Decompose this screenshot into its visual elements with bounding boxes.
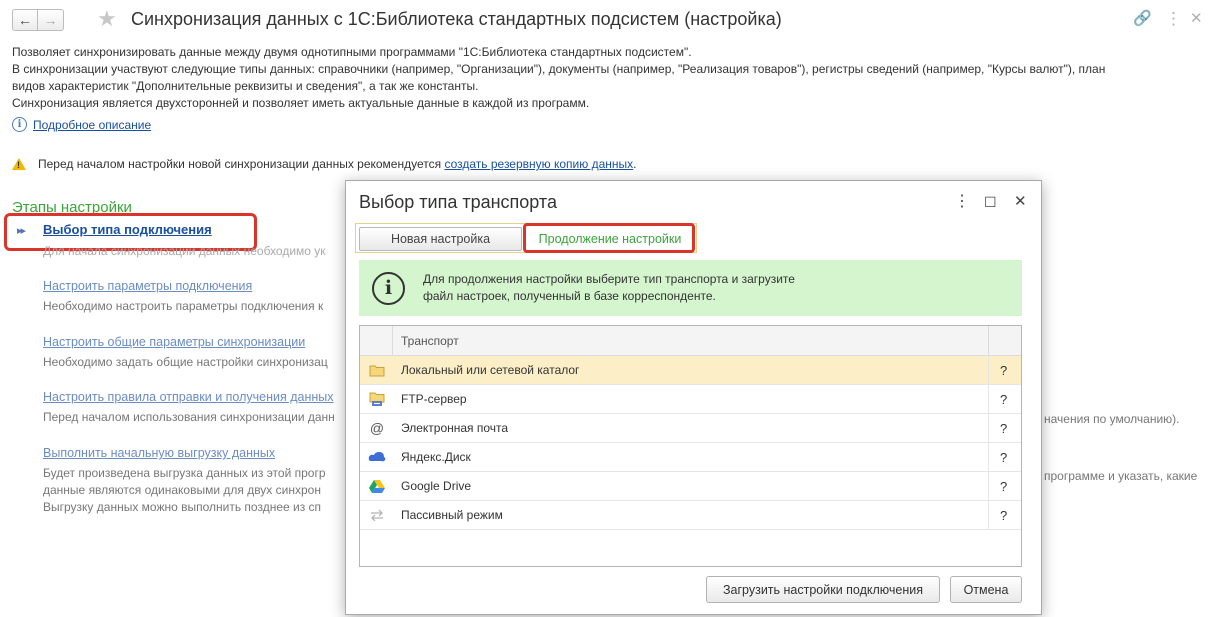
favorite-star-icon[interactable]: ★ bbox=[97, 8, 117, 30]
step-connection-params: Настроить параметры подключения Необходи… bbox=[43, 279, 323, 315]
transport-name: Яндекс.Диск bbox=[401, 450, 471, 464]
info-icon: i bbox=[12, 117, 27, 132]
folder-icon bbox=[368, 362, 386, 378]
help-icon[interactable]: ? bbox=[1000, 363, 1007, 378]
page-title: Синхронизация данных с 1С:Библиотека ста… bbox=[131, 9, 782, 29]
transport-name: Электронная почта bbox=[401, 421, 509, 435]
transport-name: Пассивный режим bbox=[401, 508, 503, 522]
current-step-arrow-icon: ▸▸ bbox=[17, 225, 26, 237]
backup-warning: ! Перед началом настройки новой синхрони… bbox=[12, 157, 637, 171]
step-note-tail: программе и указать, какие bbox=[1044, 469, 1198, 483]
table-row[interactable]: @ Электронная почта ? bbox=[360, 414, 1021, 443]
step-note: Будет произведена выгрузка данных из это… bbox=[43, 466, 326, 480]
transport-type-dialog: Выбор типа транспорта ⋮ ☐ ✕ Новая настро… bbox=[345, 180, 1042, 615]
more-menu-icon[interactable]: ⋮ bbox=[1165, 10, 1182, 28]
info-banner: i Для продолжения настройки выберите тип… bbox=[359, 260, 1022, 316]
help-icon[interactable]: ? bbox=[1000, 479, 1007, 494]
info-icon: i bbox=[372, 271, 405, 305]
column-header-transport[interactable]: Транспорт bbox=[401, 334, 459, 348]
warning-tail: . bbox=[633, 157, 637, 171]
step-initial-upload: Выполнить начальную выгрузку данных Буде… bbox=[43, 446, 326, 516]
help-icon[interactable]: ? bbox=[1000, 450, 1007, 465]
tab-highlight-frame bbox=[523, 223, 695, 253]
table-row[interactable]: Яндекс.Диск ? bbox=[360, 443, 1021, 472]
more-menu-icon[interactable]: ⋮ bbox=[954, 193, 970, 211]
step-general-params: Настроить общие параметры синхронизации … bbox=[43, 335, 328, 371]
description-line: Синхронизация является двухсторонней и п… bbox=[12, 96, 590, 110]
title-bar: ← → ★ Синхронизация данных с 1С:Библиоте… bbox=[0, 0, 1215, 40]
arrow-left-icon: ← bbox=[18, 12, 32, 28]
passive-mode-icon bbox=[368, 507, 386, 523]
back-button[interactable]: ← bbox=[12, 9, 38, 31]
yandex-disk-icon bbox=[368, 449, 386, 465]
help-icon[interactable]: ? bbox=[1000, 392, 1007, 407]
table-row[interactable]: Google Drive ? bbox=[360, 472, 1021, 501]
details-link[interactable]: Подробное описание bbox=[33, 118, 151, 132]
step-link[interactable]: Настроить параметры подключения bbox=[43, 279, 323, 293]
step-choose-connection-type[interactable]: Выбор типа подключения bbox=[43, 222, 212, 237]
transport-table: Транспорт Локальный или сетевой каталог … bbox=[359, 325, 1022, 567]
backup-link[interactable]: создать резервную копию данных bbox=[444, 157, 633, 171]
banner-line: Для продолжения настройки выберите тип т… bbox=[423, 272, 795, 286]
step-note-tail: начения по умолчанию). bbox=[1044, 412, 1180, 426]
transport-name: Google Drive bbox=[401, 479, 472, 493]
transport-name: Локальный или сетевой каталог bbox=[401, 363, 580, 377]
table-header: Транспорт bbox=[360, 326, 1021, 356]
step-link[interactable]: Настроить общие параметры синхронизации bbox=[43, 335, 328, 349]
warning-icon: ! bbox=[12, 158, 26, 170]
help-icon[interactable]: ? bbox=[1000, 421, 1007, 436]
description-line: В синхронизации участвуют следующие типы… bbox=[12, 62, 1106, 76]
banner-text: Для продолжения настройки выберите тип т… bbox=[423, 271, 795, 305]
email-at-icon: @ bbox=[369, 420, 385, 436]
close-icon[interactable]: ✕ bbox=[1190, 10, 1203, 28]
description-line: видов характеристик "Дополнительные рекв… bbox=[12, 79, 479, 93]
help-icon[interactable]: ? bbox=[1000, 508, 1007, 523]
step-link[interactable]: Настроить правила отправки и получения д… bbox=[43, 390, 335, 404]
description-text: Позволяет синхронизировать данные между … bbox=[12, 44, 1207, 112]
step-note: Необходимо настроить параметры подключен… bbox=[43, 299, 324, 313]
ftp-server-icon bbox=[368, 391, 386, 407]
step-note: Для начала синхронизации данных необходи… bbox=[43, 244, 326, 258]
dialog-title: Выбор типа транспорта bbox=[359, 192, 557, 212]
link-icon[interactable]: 🔗 bbox=[1133, 10, 1152, 28]
tab-new-setup[interactable]: Новая настройка bbox=[359, 227, 522, 251]
close-icon[interactable]: ✕ bbox=[1014, 193, 1027, 211]
load-settings-button[interactable]: Загрузить настройки подключения bbox=[706, 576, 940, 603]
description-line: Позволяет синхронизировать данные между … bbox=[12, 45, 692, 59]
step-link[interactable]: Выполнить начальную выгрузку данных bbox=[43, 446, 326, 460]
table-row[interactable]: Пассивный режим ? bbox=[360, 501, 1021, 530]
forward-button[interactable]: → bbox=[38, 9, 64, 31]
table-row[interactable]: Локальный или сетевой каталог ? bbox=[360, 356, 1021, 385]
details-link-row: i Подробное описание bbox=[12, 117, 151, 132]
step-note: Перед началом использования синхронизаци… bbox=[43, 410, 335, 424]
transport-name: FTP-сервер bbox=[401, 392, 467, 406]
arrow-right-icon: → bbox=[43, 12, 58, 28]
step-send-receive-rules: Настроить правила отправки и получения д… bbox=[43, 390, 335, 426]
step-note: данные являются одинаковыми для двух син… bbox=[43, 483, 321, 497]
table-row[interactable]: FTP-сервер ? bbox=[360, 385, 1021, 414]
cancel-button[interactable]: Отмена bbox=[950, 576, 1022, 603]
banner-line: файл настроек, полученный в базе корресп… bbox=[423, 289, 716, 303]
google-drive-icon bbox=[368, 478, 386, 494]
step-note: Выгрузку данных можно выполнить позднее … bbox=[43, 500, 322, 514]
step-note: Необходимо задать общие настройки синхро… bbox=[43, 355, 328, 369]
maximize-icon[interactable]: ☐ bbox=[984, 193, 997, 211]
warning-text: Перед началом настройки новой синхрониза… bbox=[38, 157, 442, 171]
